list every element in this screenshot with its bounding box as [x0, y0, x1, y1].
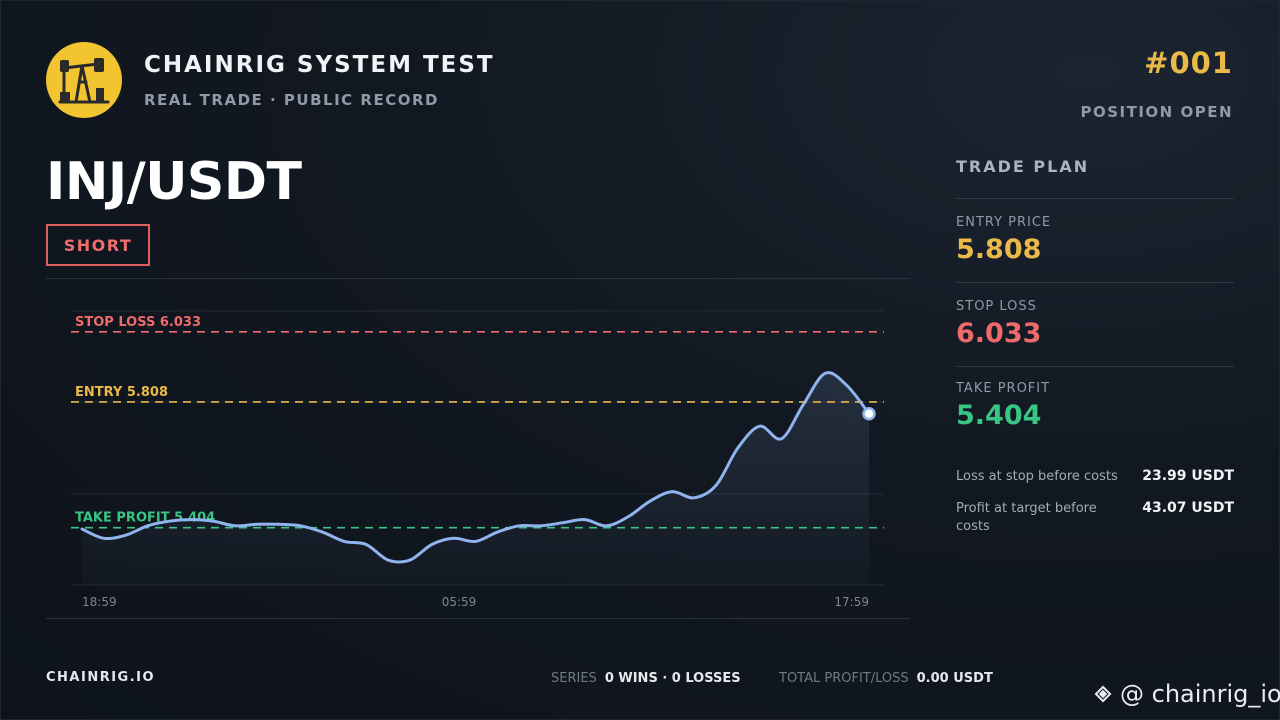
stop-loss-value: 6.033 — [956, 318, 1042, 349]
stop-loss-label: STOP LOSS — [956, 299, 1037, 314]
price-chart: STOP LOSS 6.033ENTRY 5.808TAKE PROFIT 5.… — [71, 310, 884, 609]
brand-title: CHAINRIG SYSTEM TEST — [144, 52, 495, 78]
last-price-marker — [862, 407, 876, 421]
series-value: 0 WINS · 0 LOSSES — [604, 671, 741, 686]
take-profit-label: TAKE PROFIT — [956, 381, 1051, 396]
position-status: POSITION OPEN — [1080, 103, 1233, 121]
oil-pump-jack-icon — [58, 58, 110, 104]
x-tick-label: 17:59 — [834, 595, 869, 609]
loss-at-stop-value: 23.99 USDT — [1142, 468, 1234, 484]
take-profit-value: 5.404 — [956, 400, 1042, 431]
plan-divider — [956, 198, 1234, 199]
total-pnl-stat: TOTAL PROFIT/LOSS 0.00 USDT — [779, 671, 993, 686]
profit-at-target-value: 43.07 USDT — [1142, 500, 1234, 516]
watermark-handle: @ chainrig_io — [1120, 680, 1280, 708]
plan-divider — [956, 282, 1234, 283]
loss-at-stop-label: Loss at stop before costs — [956, 469, 1118, 484]
x-tick-label: 05:59 — [442, 595, 477, 609]
total-pnl-label: TOTAL PROFIT/LOSS — [779, 671, 909, 686]
divider — [46, 618, 910, 619]
level-label: ENTRY 5.808 — [75, 385, 168, 400]
plan-divider — [956, 366, 1234, 367]
trade-id: #001 — [1144, 46, 1233, 80]
level-label: STOP LOSS 6.033 — [75, 315, 201, 330]
side-badge: SHORT — [46, 224, 150, 266]
binance-diamond-icon — [1094, 685, 1112, 703]
logo — [46, 42, 122, 118]
watermark: @ chainrig_io — [1090, 680, 1280, 708]
footer-site-link[interactable]: CHAINRIG.IO — [46, 670, 155, 685]
entry-price-value: 5.808 — [956, 234, 1042, 265]
entry-price-label: ENTRY PRICE — [956, 215, 1052, 230]
trading-pair: INJ/USDT — [46, 152, 302, 212]
profit-at-target-label: Profit at target before costs — [956, 501, 1097, 534]
series-stat: SERIES 0 WINS · 0 LOSSES — [551, 671, 741, 686]
price-area — [82, 372, 869, 585]
series-label: SERIES — [551, 671, 597, 686]
total-pnl-value: 0.00 USDT — [916, 671, 993, 686]
trade-plan-title: TRADE PLAN — [956, 157, 1090, 176]
brand-subtitle: REAL TRADE · PUBLIC RECORD — [144, 91, 439, 109]
divider — [46, 278, 910, 279]
x-tick-label: 18:59 — [82, 595, 117, 609]
